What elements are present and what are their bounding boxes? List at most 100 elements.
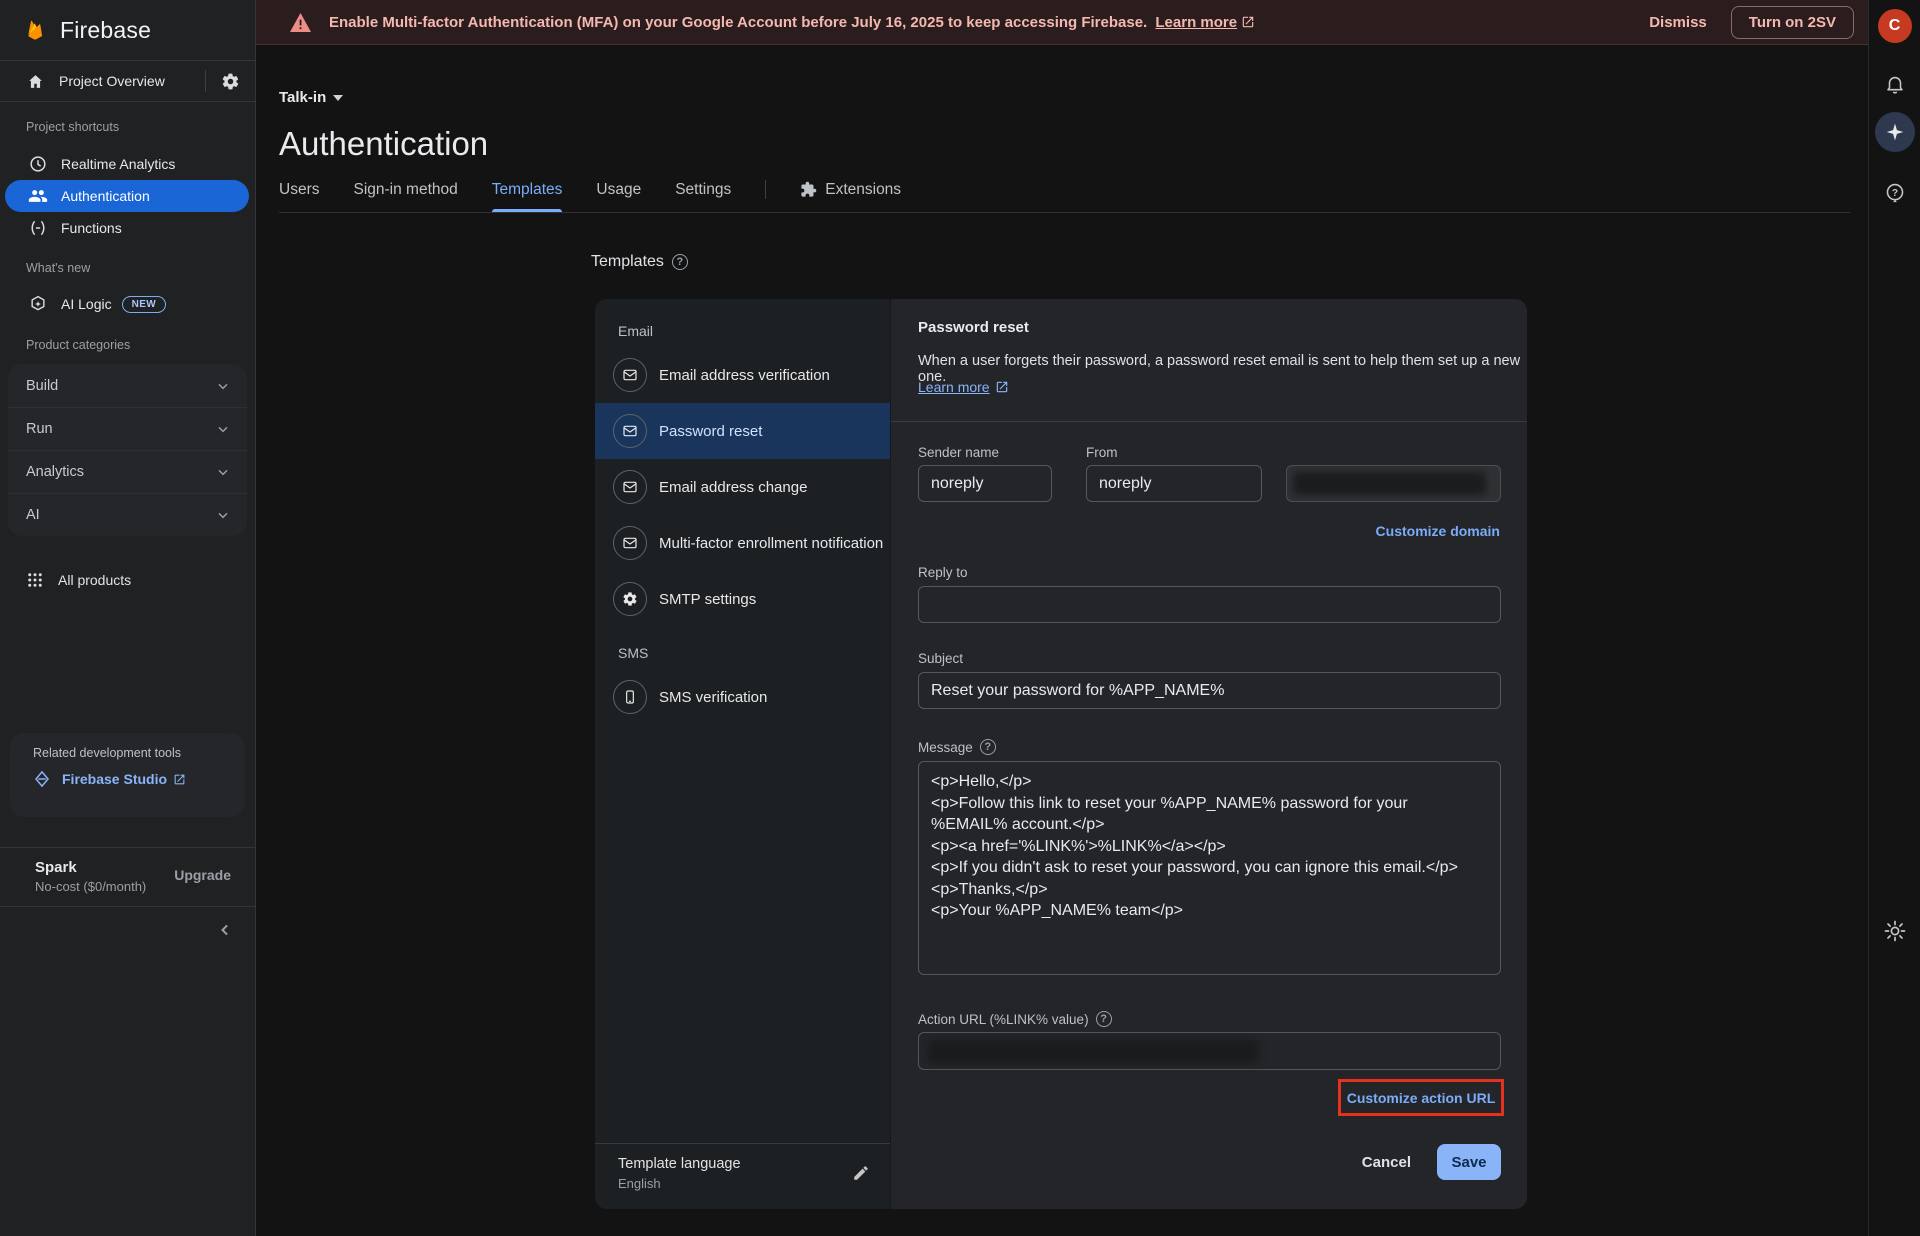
customize-domain-link[interactable]: Customize domain [1376,523,1500,539]
related-tools-title: Related development tools [33,746,245,760]
templates-title-text: Templates [591,253,664,271]
template-item-label: SMTP settings [659,591,756,608]
template-item-mfa-enrollment[interactable]: Multi-factor enrollment notification [595,515,890,571]
project-overview-label: Project Overview [59,73,165,89]
from-input[interactable] [1086,465,1262,502]
sidebar-item-label: Authentication [61,188,150,204]
template-list: Email Email address verification Passwor… [595,299,890,1209]
password-reset-form: Password reset When a user forgets their… [890,299,1527,1209]
message-textarea[interactable]: <p>Hello,</p> <p>Follow this link to res… [918,761,1501,975]
tab-templates[interactable]: Templates [492,167,563,212]
template-item-label: Email address verification [659,367,830,384]
tab-usage[interactable]: Usage [596,167,641,212]
gear-icon [613,582,647,616]
subject-input[interactable] [918,672,1501,709]
project-name: Talk-in [279,89,326,106]
mail-icon [613,526,647,560]
clock-icon [28,154,48,174]
new-badge: NEW [122,296,167,313]
category-label: Analytics [26,464,84,480]
sidebar-item-functions[interactable]: Functions [5,212,249,244]
templates-section-title: Templates ? [591,253,688,271]
help-icon[interactable]: ? [980,739,996,755]
templates-card: Email Email address verification Passwor… [595,299,1527,1209]
sidebar-item-project-overview[interactable]: Project Overview [0,61,255,102]
collapse-sidebar-icon[interactable] [211,916,239,944]
notifications-bell-icon[interactable] [1884,73,1906,95]
sidebar-item-label: All products [58,572,131,588]
sidebar-item-label: Realtime Analytics [61,156,175,172]
category-group: Build Run Analytics AI [8,364,247,536]
project-settings-gear-icon[interactable] [206,72,255,91]
banner-message: Enable Multi-factor Authentication (MFA)… [329,14,1255,31]
template-item-password-reset[interactable]: Password reset [595,403,890,459]
tab-settings[interactable]: Settings [675,167,731,212]
dismiss-button[interactable]: Dismiss [1633,6,1723,39]
template-item-label: SMS verification [659,689,767,706]
project-switcher[interactable]: Talk-in [279,89,343,106]
customize-action-url-link[interactable]: Customize action URL [1347,1090,1496,1106]
theme-toggle-sun-icon[interactable] [1883,919,1907,943]
form-actions: Cancel Save [1352,1144,1501,1180]
sender-name-input[interactable] [918,465,1052,502]
related-tools-card: Related development tools Firebase Studi… [10,733,245,817]
form-learn-more-link[interactable]: Learn more [918,379,1009,395]
upgrade-button[interactable]: Upgrade [174,867,231,883]
firebase-studio-link[interactable]: Firebase Studio [33,770,245,788]
annotation-highlight-box: Customize action URL [1338,1079,1504,1116]
template-item-email-verification[interactable]: Email address verification [595,347,890,403]
firebase-brand[interactable]: Firebase [0,0,255,61]
tab-sign-in-method[interactable]: Sign-in method [353,167,457,212]
divider [891,421,1527,422]
sidebar-item-all-products[interactable]: All products [0,564,255,596]
sidebar-item-authentication[interactable]: Authentication [5,180,249,212]
puzzle-icon [800,181,817,198]
external-link-icon [173,773,186,786]
mail-icon [613,358,647,392]
tab-label: Extensions [825,181,901,199]
avatar[interactable]: C [1878,9,1912,43]
home-icon [26,72,45,91]
category-analytics[interactable]: Analytics [8,450,247,493]
template-item-label: Multi-factor enrollment notification [659,535,883,552]
template-item-smtp-settings[interactable]: SMTP settings [595,571,890,627]
external-link-icon [995,380,1009,394]
category-ai[interactable]: AI [8,493,247,536]
cancel-button[interactable]: Cancel [1352,1146,1421,1179]
mfa-warning-banner: Enable Multi-factor Authentication (MFA)… [256,0,1868,45]
firebase-studio-label: Firebase Studio [62,771,167,787]
mail-icon [613,470,647,504]
svg-text:?: ? [1891,188,1897,199]
category-run[interactable]: Run [8,407,247,450]
tab-divider [765,180,766,199]
tab-bar: Users Sign-in method Templates Usage Set… [279,167,1850,213]
chevron-down-icon [215,464,231,480]
gemini-assistant-button[interactable] [1875,112,1915,152]
warning-triangle-icon [289,12,312,33]
category-label: AI [26,507,40,523]
turn-on-2sv-button[interactable]: Turn on 2SV [1731,6,1854,39]
template-item-sms-verification[interactable]: SMS verification [595,669,890,725]
learn-more-label: Learn more [918,379,990,395]
category-build[interactable]: Build [8,364,247,407]
reply-to-input[interactable] [918,586,1501,623]
help-icon[interactable]: ? [1096,1011,1112,1027]
sidebar-item-label: Functions [61,220,122,236]
main-content: Talk-in Authentication Users Sign-in met… [256,45,1868,1236]
sidebar-item-ai-logic[interactable]: AI Logic NEW [5,288,249,320]
chevron-down-icon [215,421,231,437]
template-item-email-change[interactable]: Email address change [595,459,890,515]
help-icon[interactable]: ? [1884,182,1906,204]
page-title: Authentication [279,125,488,163]
sidebar-item-realtime-analytics[interactable]: Realtime Analytics [5,148,249,180]
tab-users[interactable]: Users [279,167,319,212]
grid-icon [26,571,44,589]
tab-extensions[interactable]: Extensions [800,167,901,212]
chevron-down-icon [215,507,231,523]
save-button[interactable]: Save [1437,1144,1501,1180]
help-icon[interactable]: ? [672,254,688,270]
banner-learn-more-link[interactable]: Learn more [1155,14,1255,31]
edit-language-pencil-icon[interactable] [852,1164,870,1182]
people-icon [28,186,48,206]
template-item-label: Password reset [659,423,762,440]
